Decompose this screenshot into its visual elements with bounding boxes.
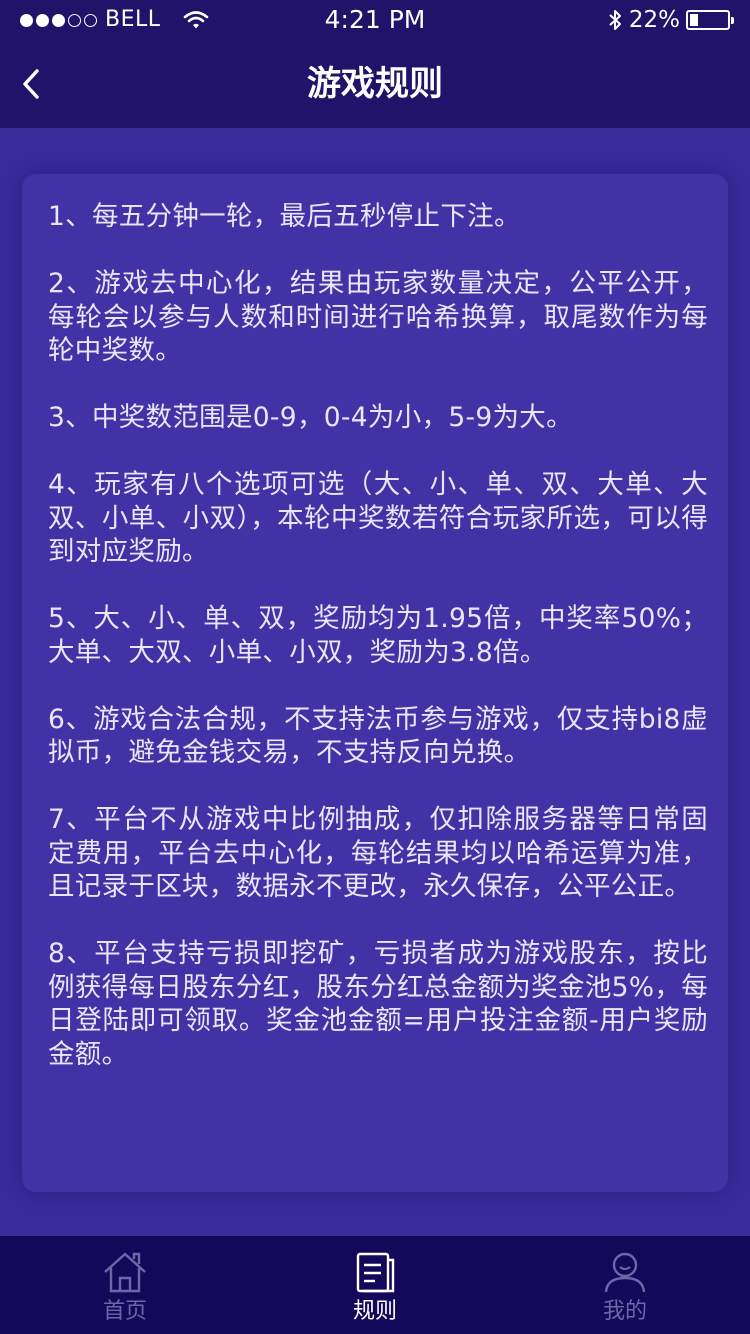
user-icon [604,1252,646,1293]
rule-item: 1、每五分钟一轮，最后五秒停止下注。 [48,201,521,232]
page-title: 游戏规则 [307,64,443,104]
bluetooth-icon [609,10,621,30]
battery-percent: 22% [628,7,680,33]
rule-item: 4、玩家有八个选项可选（大、小、单、双、大单、大双、小单、小双），本轮中奖数若符… [48,469,708,567]
navigation-bar: 游戏规则 [0,40,750,128]
rule-item: 6、游戏合法合规，不支持法币参与游戏，仅支持bi8虚拟币，避免金钱交易，不支持反… [48,703,708,769]
status-bar: BELL 4:21 PM 22% [0,0,750,40]
rule-item: 7、平台不从游戏中比例抽成，仅扣除服务器等日常固定费用，平台去中心化，每轮结果均… [48,804,708,902]
battery-icon [686,10,734,30]
rule-item: 8、平台支持亏损即挖矿，亏损者成为游戏股东，按比例获得每日股东分红，股东分红总金… [48,938,708,1070]
home-icon [104,1252,146,1293]
rule-item: 3、中奖数范围是0-9，0-4为小，5-9为大。 [48,402,573,433]
document-icon [356,1252,395,1293]
tab-rules[interactable]: 规则 [250,1236,500,1334]
tab-home-label: 首页 [102,1299,147,1324]
header: BELL 4:21 PM 22% 游戏规则 [0,0,750,128]
tab-bar: 首页 规则 我的 [0,1236,750,1334]
tab-profile[interactable]: 我的 [500,1236,750,1334]
rule-item: 2、游戏去中心化，结果由玩家数量决定，公平公开，每轮会以参与人数和时间进行哈希换… [48,268,708,366]
tab-profile-label: 我的 [602,1299,647,1324]
rule-item: 5、大、小、单、双，奖励均为1.95倍，中奖率50%；大单、大双、小单、小双，奖… [48,603,708,668]
tab-rules-label: 规则 [352,1299,397,1324]
tab-home[interactable]: 首页 [0,1236,250,1334]
rules-list: 1、每五分钟一轮，最后五秒停止下注。 2、游戏去中心化，结果由玩家数量决定，公平… [48,200,708,1105]
status-right: 22% [607,0,734,40]
